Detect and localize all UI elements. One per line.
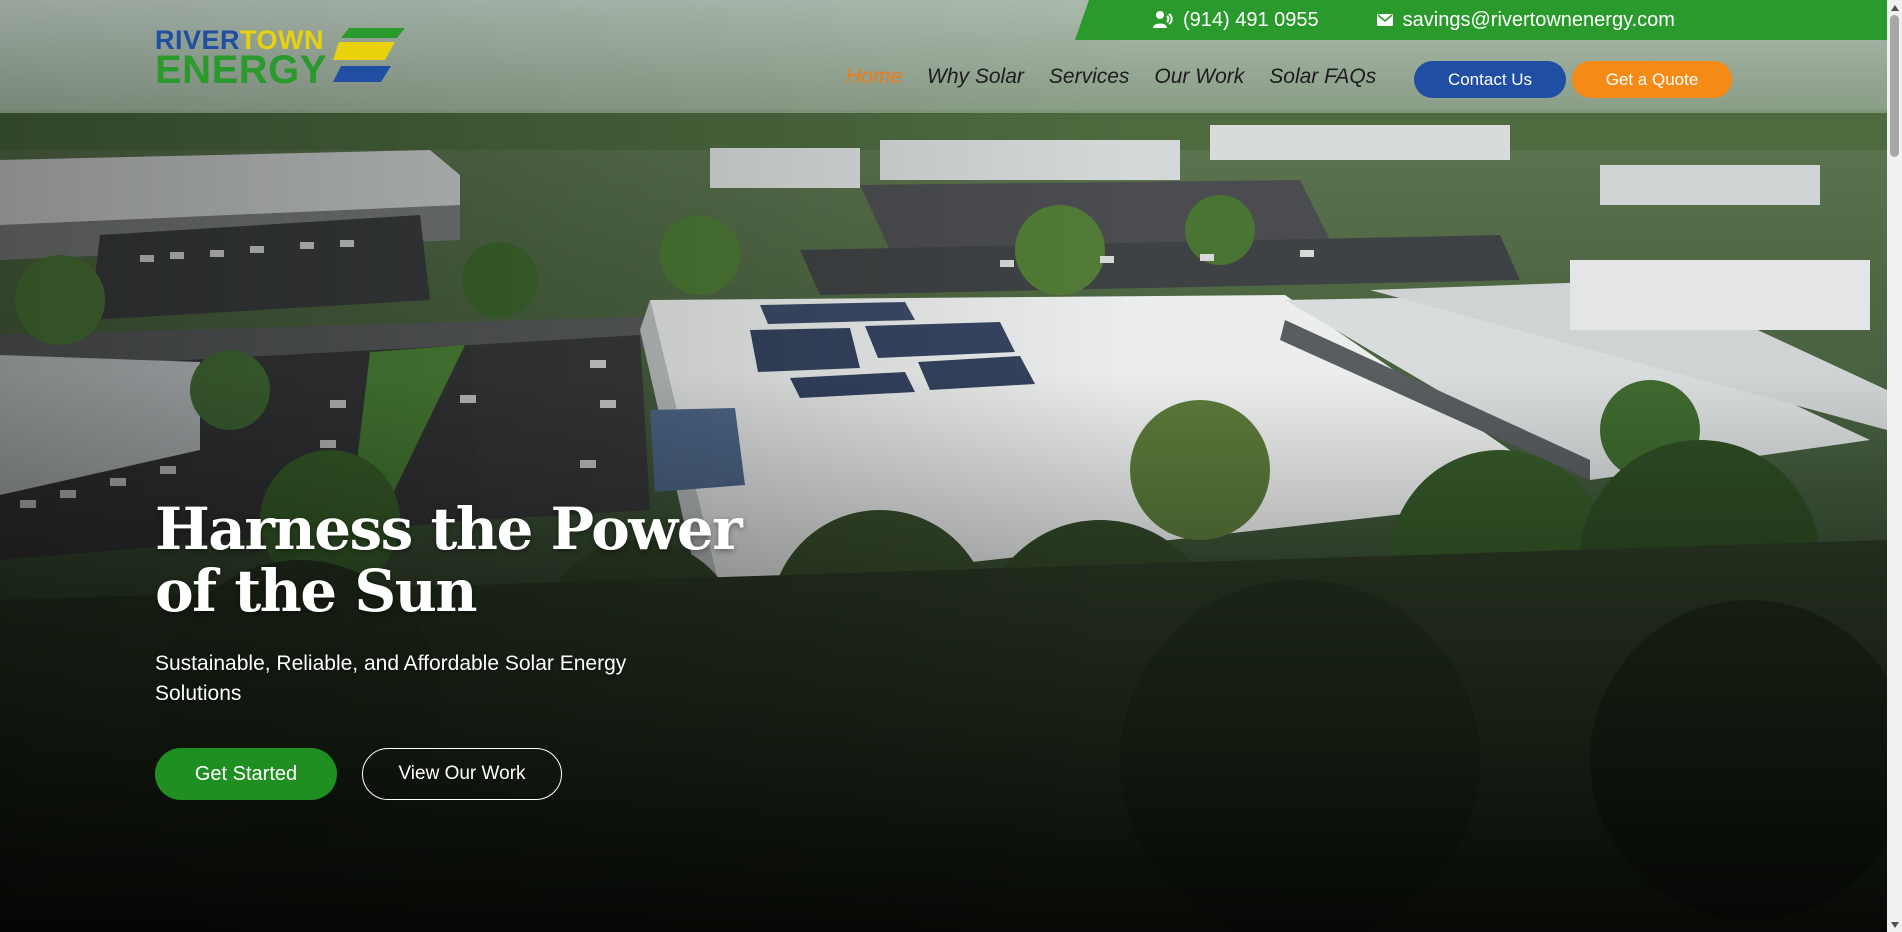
topbar-phone[interactable]: (914) 491 0955 bbox=[1153, 9, 1319, 32]
logo-stripes-icon bbox=[333, 28, 405, 82]
hero-title: Harness the Power of the Sun bbox=[155, 498, 775, 622]
phone-number: (914) 491 0955 bbox=[1183, 8, 1319, 31]
contact-us-button[interactable]: Contact Us bbox=[1414, 61, 1566, 98]
page-scrollbar[interactable] bbox=[1887, 0, 1902, 932]
logo-energy-text: ENERGY bbox=[155, 48, 327, 92]
nav-our-work[interactable]: Our Work bbox=[1154, 64, 1244, 90]
envelope-icon bbox=[1376, 14, 1393, 26]
nav-why-solar[interactable]: Why Solar bbox=[927, 64, 1024, 90]
hero-title-line-1: Harness the Power bbox=[155, 495, 743, 563]
contact-topbar: (914) 491 0955 savings@rivertownenergy.c… bbox=[1075, 0, 1887, 40]
main-navigation: Home Why Solar Services Our Work Solar F… bbox=[846, 64, 1376, 90]
nav-home[interactable]: Home bbox=[846, 64, 902, 90]
rivertown-energy-logo[interactable]: RIVERTOWN ENERGY bbox=[155, 26, 405, 90]
scrollbar-thumb[interactable] bbox=[1890, 15, 1899, 157]
hero-subtitle: Sustainable, Reliable, and Affordable So… bbox=[155, 652, 627, 705]
get-started-button[interactable]: Get Started bbox=[155, 748, 337, 800]
get-a-quote-button[interactable]: Get a Quote bbox=[1572, 61, 1732, 98]
hero-title-line-2: of the Sun bbox=[155, 557, 478, 625]
scroll-up-arrow-icon[interactable] bbox=[1887, 0, 1902, 15]
phone-user-icon bbox=[1153, 11, 1173, 28]
topbar-email[interactable]: savings@rivertownenergy.com bbox=[1376, 8, 1675, 32]
nav-solar-faqs[interactable]: Solar FAQs bbox=[1269, 64, 1376, 90]
nav-services[interactable]: Services bbox=[1049, 64, 1130, 90]
email-address: savings@rivertownenergy.com bbox=[1402, 8, 1675, 31]
scroll-down-arrow-icon[interactable] bbox=[1887, 917, 1902, 932]
view-our-work-button[interactable]: View Our Work bbox=[362, 748, 562, 800]
